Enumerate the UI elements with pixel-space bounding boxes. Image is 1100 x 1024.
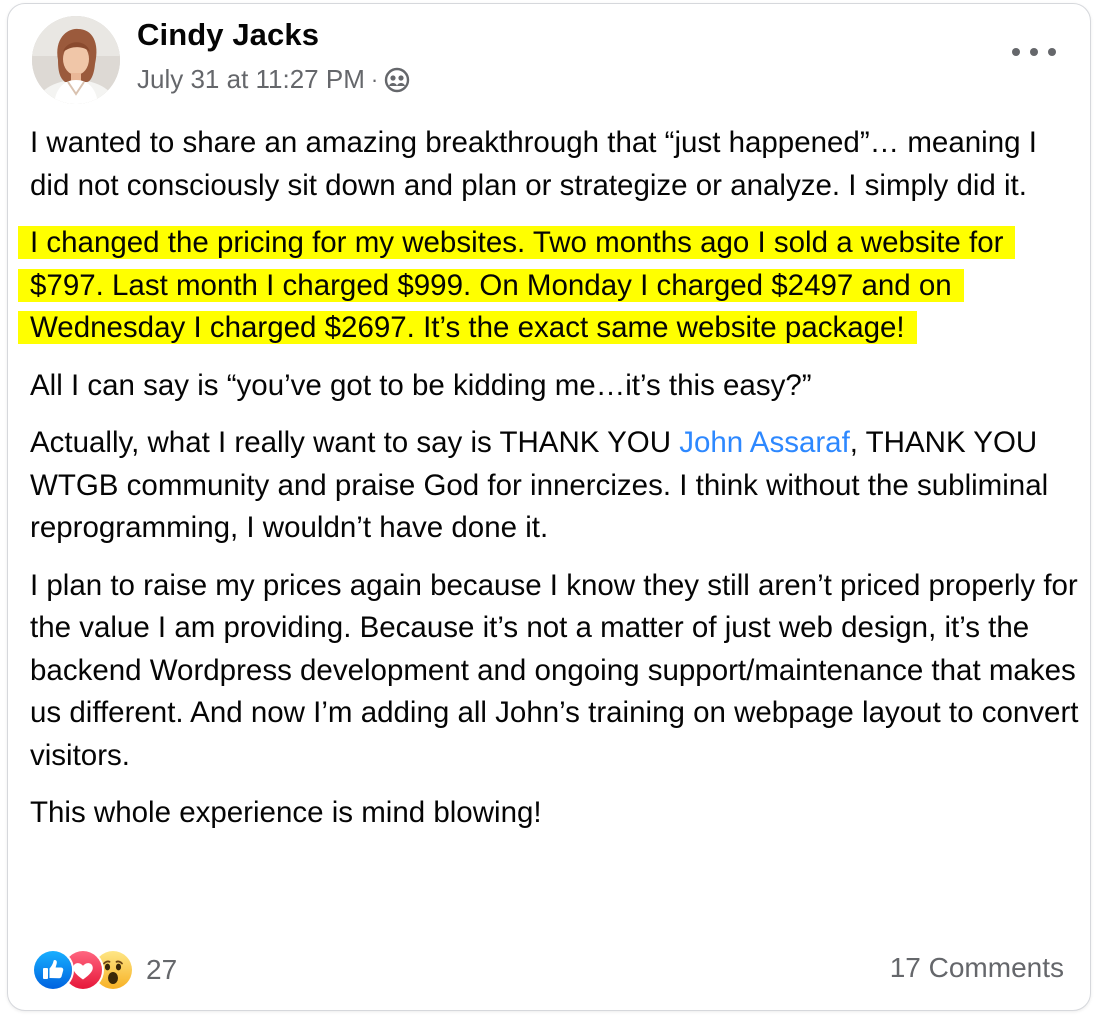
comments-link[interactable]: 17 Comments xyxy=(890,952,1064,984)
reaction-count: 27 xyxy=(146,954,178,985)
post-card: Cindy Jacks July 31 at 11:27 PM · I want… xyxy=(7,3,1091,1011)
more-options-icon[interactable] xyxy=(1012,38,1056,66)
reactions-summary[interactable]: 27 xyxy=(32,948,177,992)
mention-link[interactable]: John Assaraf xyxy=(679,426,850,459)
timestamp[interactable]: July 31 at 11:27 PM xyxy=(137,64,365,95)
post-paragraph: I plan to raise my prices again because … xyxy=(30,568,1079,772)
highlighted-text: I changed the pricing for my websites. T… xyxy=(18,226,1016,344)
post-paragraph: This whole experience is mind blowing! xyxy=(30,796,542,829)
members-group-icon[interactable] xyxy=(384,67,410,93)
post-paragraph: I wanted to share an amazing breakthroug… xyxy=(30,126,1037,202)
like-icon xyxy=(32,949,74,991)
meta-separator: · xyxy=(370,66,379,92)
post-body: I wanted to share an amazing breakthroug… xyxy=(18,122,1080,850)
paragraph-text: Actually, what I really want to say is T… xyxy=(30,426,680,459)
profile-photo xyxy=(32,16,120,104)
post-paragraph-mention: Actually, what I really want to say is T… xyxy=(30,422,1080,550)
author-name[interactable]: Cindy Jacks xyxy=(137,17,319,53)
post-paragraph: All I can say is “you’ve got to be kiddi… xyxy=(30,368,812,402)
post-paragraph-highlighted: I changed the pricing for my websites. T… xyxy=(18,222,1070,350)
post-footer: 27 17 Comments xyxy=(32,948,1064,998)
avatar[interactable] xyxy=(32,16,120,104)
post-meta: July 31 at 11:27 PM · xyxy=(137,64,410,95)
